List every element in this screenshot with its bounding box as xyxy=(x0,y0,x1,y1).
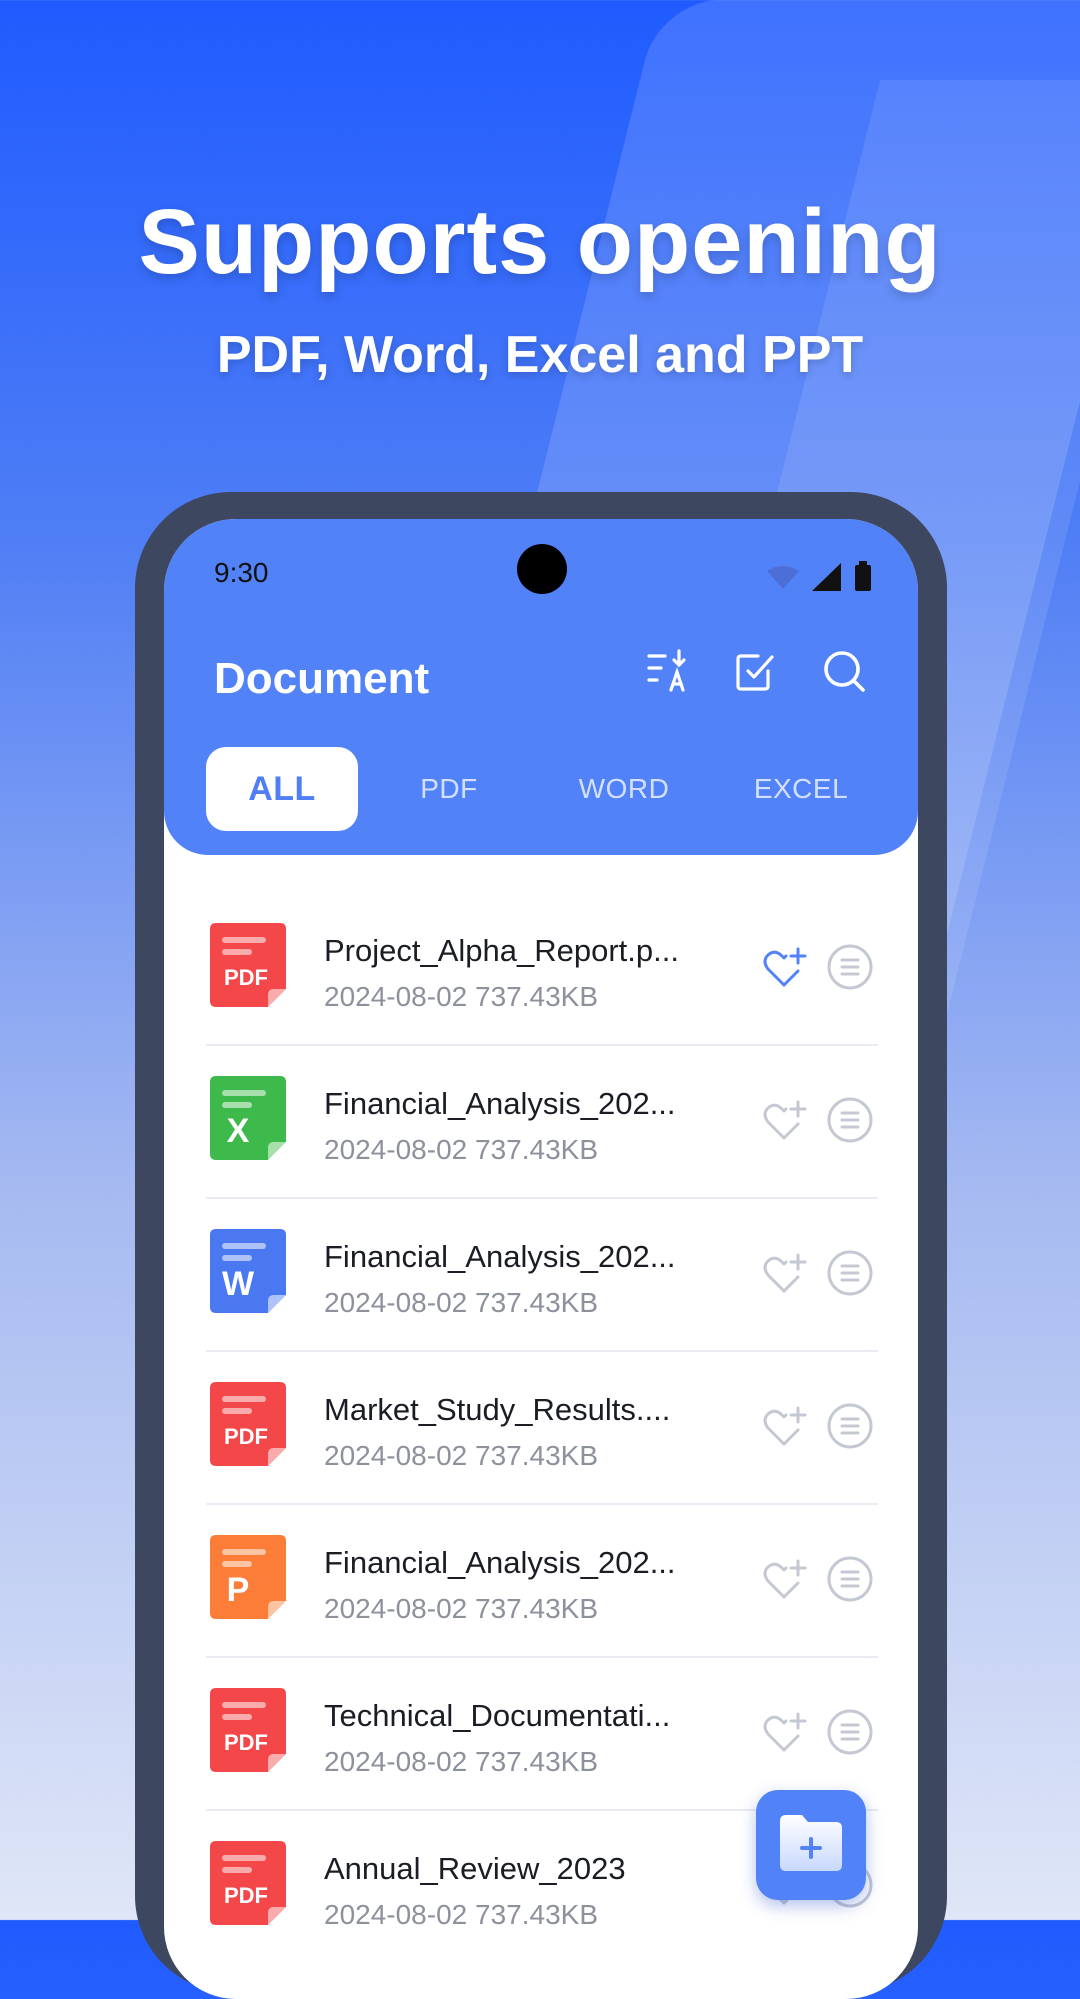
word-file-icon: W xyxy=(210,1229,286,1313)
phone-screen: 9:30 Document ALL PDF WORD EXCEL PDF Pro… xyxy=(164,519,918,1999)
tab-excel[interactable]: EXCEL xyxy=(716,747,886,831)
app-bar: 9:30 Document ALL PDF WORD EXCEL xyxy=(164,519,918,855)
select-check-icon xyxy=(734,649,778,698)
file-name: Financial_Analysis_202... xyxy=(324,1086,676,1121)
file-meta: 2024-08-02 737.43KB xyxy=(324,1440,598,1471)
tab-pdf[interactable]: PDF xyxy=(374,747,524,831)
promo-subline: PDF, Word, Excel and PPT xyxy=(216,326,864,384)
favorite-heart-icon[interactable] xyxy=(760,943,808,991)
sort-az-icon xyxy=(645,648,691,699)
favorite-heart-icon[interactable] xyxy=(760,1708,808,1756)
pdf-file-icon: PDF xyxy=(210,923,286,1007)
file-name: Project_Alpha_Report.p... xyxy=(324,933,679,968)
svg-text:X: X xyxy=(227,1112,250,1150)
file-meta: 2024-08-02 737.43KB xyxy=(324,1287,598,1318)
search-button[interactable] xyxy=(820,649,868,697)
svg-text:P: P xyxy=(227,1571,250,1609)
pdf-file-icon: PDF xyxy=(210,1841,286,1925)
file-meta: 2024-08-02 737.43KB xyxy=(324,1593,598,1624)
add-folder-icon xyxy=(776,1813,846,1878)
wifi-icon xyxy=(766,565,800,596)
camera-cutout xyxy=(517,544,567,594)
favorite-heart-icon[interactable] xyxy=(760,1402,808,1450)
file-name: Market_Study_Results.... xyxy=(324,1392,671,1427)
pdf-file-icon: PDF xyxy=(210,1382,286,1466)
svg-text:PDF: PDF xyxy=(224,1883,268,1908)
sort-button[interactable] xyxy=(644,648,692,699)
status-icons xyxy=(766,561,872,596)
file-name: Financial_Analysis_202... xyxy=(324,1545,676,1580)
svg-text:PDF: PDF xyxy=(224,1730,268,1755)
file-row[interactable]: P Financial_Analysis_202... 2024-08-02 737… xyxy=(206,1505,878,1658)
svg-text:PDF: PDF xyxy=(224,965,268,990)
filter-tabs: ALL PDF WORD EXCEL xyxy=(206,747,886,831)
file-meta: 2024-08-02 737.43KB xyxy=(324,1899,598,1930)
file-row[interactable]: PDF Market_Study_Results.... 2024-08-02 73… xyxy=(206,1352,878,1505)
more-options-icon[interactable] xyxy=(826,1708,874,1756)
favorite-heart-icon[interactable] xyxy=(760,1249,808,1297)
svg-text:W: W xyxy=(222,1265,255,1303)
add-folder-button[interactable] xyxy=(756,1790,866,1900)
file-row[interactable]: W Financial_Analysis_202... 2024-08-02 737… xyxy=(206,1199,878,1352)
ppt-file-icon: P xyxy=(210,1535,286,1619)
toolbar xyxy=(644,648,868,699)
file-row[interactable]: X Financial_Analysis_202... 2024-08-02 737… xyxy=(206,1046,878,1199)
more-options-icon[interactable] xyxy=(826,1402,874,1450)
pdf-file-icon: PDF xyxy=(210,1688,286,1772)
tab-all[interactable]: ALL xyxy=(206,747,358,831)
file-meta: 2024-08-02 737.43KB xyxy=(324,1134,598,1165)
tab-word[interactable]: WORD xyxy=(544,747,704,831)
file-name: Financial_Analysis_202... xyxy=(324,1239,676,1274)
phone-frame: 9:30 Document ALL PDF WORD EXCEL PDF Pro… xyxy=(135,492,947,1999)
status-time: 9:30 xyxy=(214,557,269,588)
page-title: Document xyxy=(214,654,430,703)
promo-headline: Supports opening xyxy=(138,191,942,293)
search-icon xyxy=(821,648,867,699)
more-options-icon[interactable] xyxy=(826,1096,874,1144)
file-row[interactable]: PDF Technical_Documentati... 2024-08-02 73… xyxy=(206,1658,878,1811)
file-name: Technical_Documentati... xyxy=(324,1698,671,1733)
select-button[interactable] xyxy=(732,649,780,697)
file-row[interactable]: PDF Project_Alpha_Report.p... 2024-08-02 7… xyxy=(206,893,878,1046)
file-name: Annual_Review_2023 xyxy=(324,1851,626,1886)
excel-file-icon: X xyxy=(210,1076,286,1160)
signal-icon xyxy=(812,563,842,596)
favorite-heart-icon[interactable] xyxy=(760,1096,808,1144)
file-meta: 2024-08-02 737.43KB xyxy=(324,1746,598,1777)
svg-text:PDF: PDF xyxy=(224,1424,268,1449)
file-meta: 2024-08-02 737.43KB xyxy=(324,981,598,1012)
more-options-icon[interactable] xyxy=(826,1249,874,1297)
more-options-icon[interactable] xyxy=(826,943,874,991)
favorite-heart-icon[interactable] xyxy=(760,1555,808,1603)
battery-icon xyxy=(854,561,872,596)
more-options-icon[interactable] xyxy=(826,1555,874,1603)
